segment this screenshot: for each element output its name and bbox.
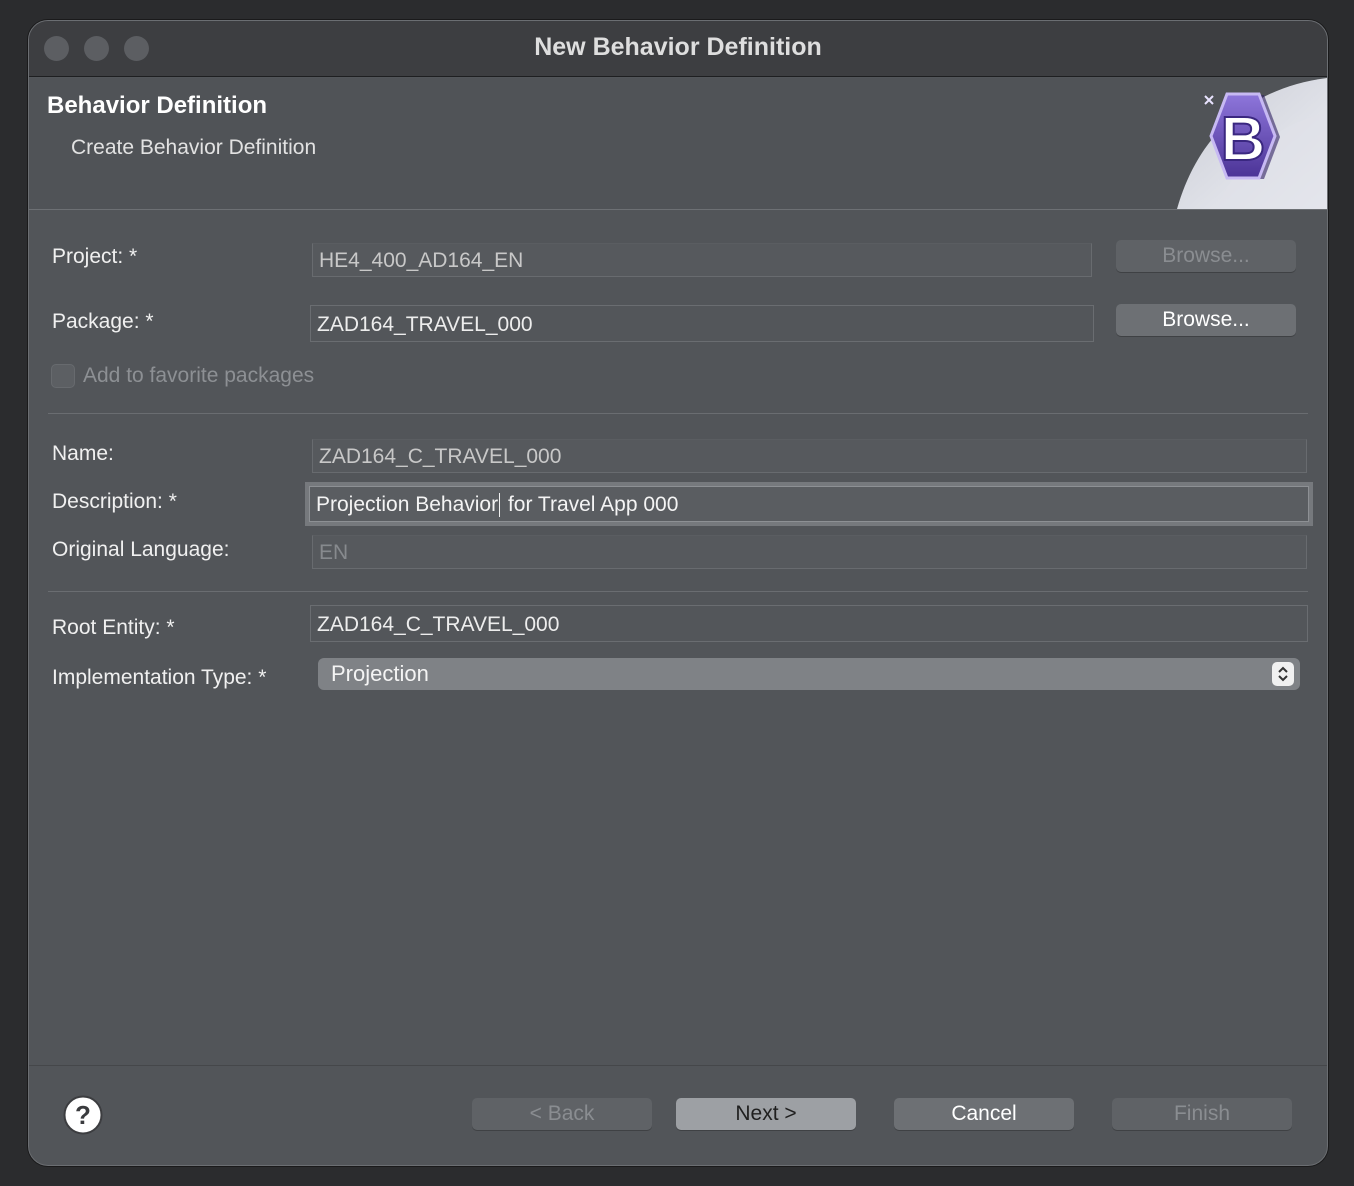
- back-button[interactable]: < Back: [472, 1098, 652, 1130]
- language-field: EN: [312, 535, 1307, 569]
- project-browse-button[interactable]: Browse...: [1116, 240, 1296, 272]
- next-button[interactable]: Next >: [676, 1098, 856, 1130]
- cancel-button[interactable]: Cancel: [894, 1098, 1074, 1130]
- package-field[interactable]: ZAD164_TRAVEL_000: [310, 305, 1094, 342]
- help-icon[interactable]: ?: [63, 1095, 103, 1135]
- description-text-after-caret: for Travel App 000: [502, 493, 679, 516]
- behavior-definition-b-icon: B: [1177, 78, 1327, 209]
- language-label: Original Language:: [52, 538, 230, 561]
- package-label: Package: *: [52, 310, 154, 333]
- svg-text:B: B: [1221, 105, 1266, 174]
- description-text-before-caret: Projection Behavior: [316, 493, 499, 516]
- svg-text:?: ?: [75, 1100, 91, 1130]
- description-field[interactable]: Projection Behavior for Travel App 000: [309, 486, 1309, 522]
- root-entity-field[interactable]: ZAD164_C_TRAVEL_000: [310, 605, 1308, 642]
- implementation-type-value: Projection: [331, 661, 429, 686]
- section-divider-2: [48, 591, 1308, 592]
- implementation-type-select[interactable]: Projection: [318, 658, 1300, 690]
- implementation-type-label: Implementation Type: *: [52, 666, 267, 689]
- root-entity-label: Root Entity: *: [52, 616, 175, 639]
- dialog-window: New Behavior Definition Behavior Definit…: [28, 20, 1328, 1166]
- page-title: Behavior Definition: [47, 92, 268, 119]
- finish-button[interactable]: Finish: [1112, 1098, 1292, 1130]
- wizard-header: Behavior Definition Create Behavior Defi…: [29, 78, 1327, 210]
- title-bar: New Behavior Definition: [29, 21, 1327, 77]
- favorite-packages-label: Add to favorite packages: [83, 364, 315, 387]
- window-title: New Behavior Definition: [534, 33, 822, 61]
- page-subtitle: Create Behavior Definition: [71, 136, 317, 159]
- favorite-packages-checkbox[interactable]: [51, 364, 75, 388]
- name-label: Name:: [52, 442, 114, 465]
- project-field: HE4_400_AD164_EN: [312, 243, 1092, 277]
- description-label: Description: *: [52, 490, 177, 513]
- package-browse-button[interactable]: Browse...: [1116, 304, 1296, 336]
- updown-chevron-icon: [1272, 662, 1294, 686]
- text-caret: [499, 493, 501, 518]
- project-label: Project: *: [52, 245, 138, 268]
- footer-divider: [29, 1065, 1327, 1066]
- name-field: ZAD164_C_TRAVEL_000: [312, 439, 1307, 473]
- section-divider: [48, 413, 1308, 414]
